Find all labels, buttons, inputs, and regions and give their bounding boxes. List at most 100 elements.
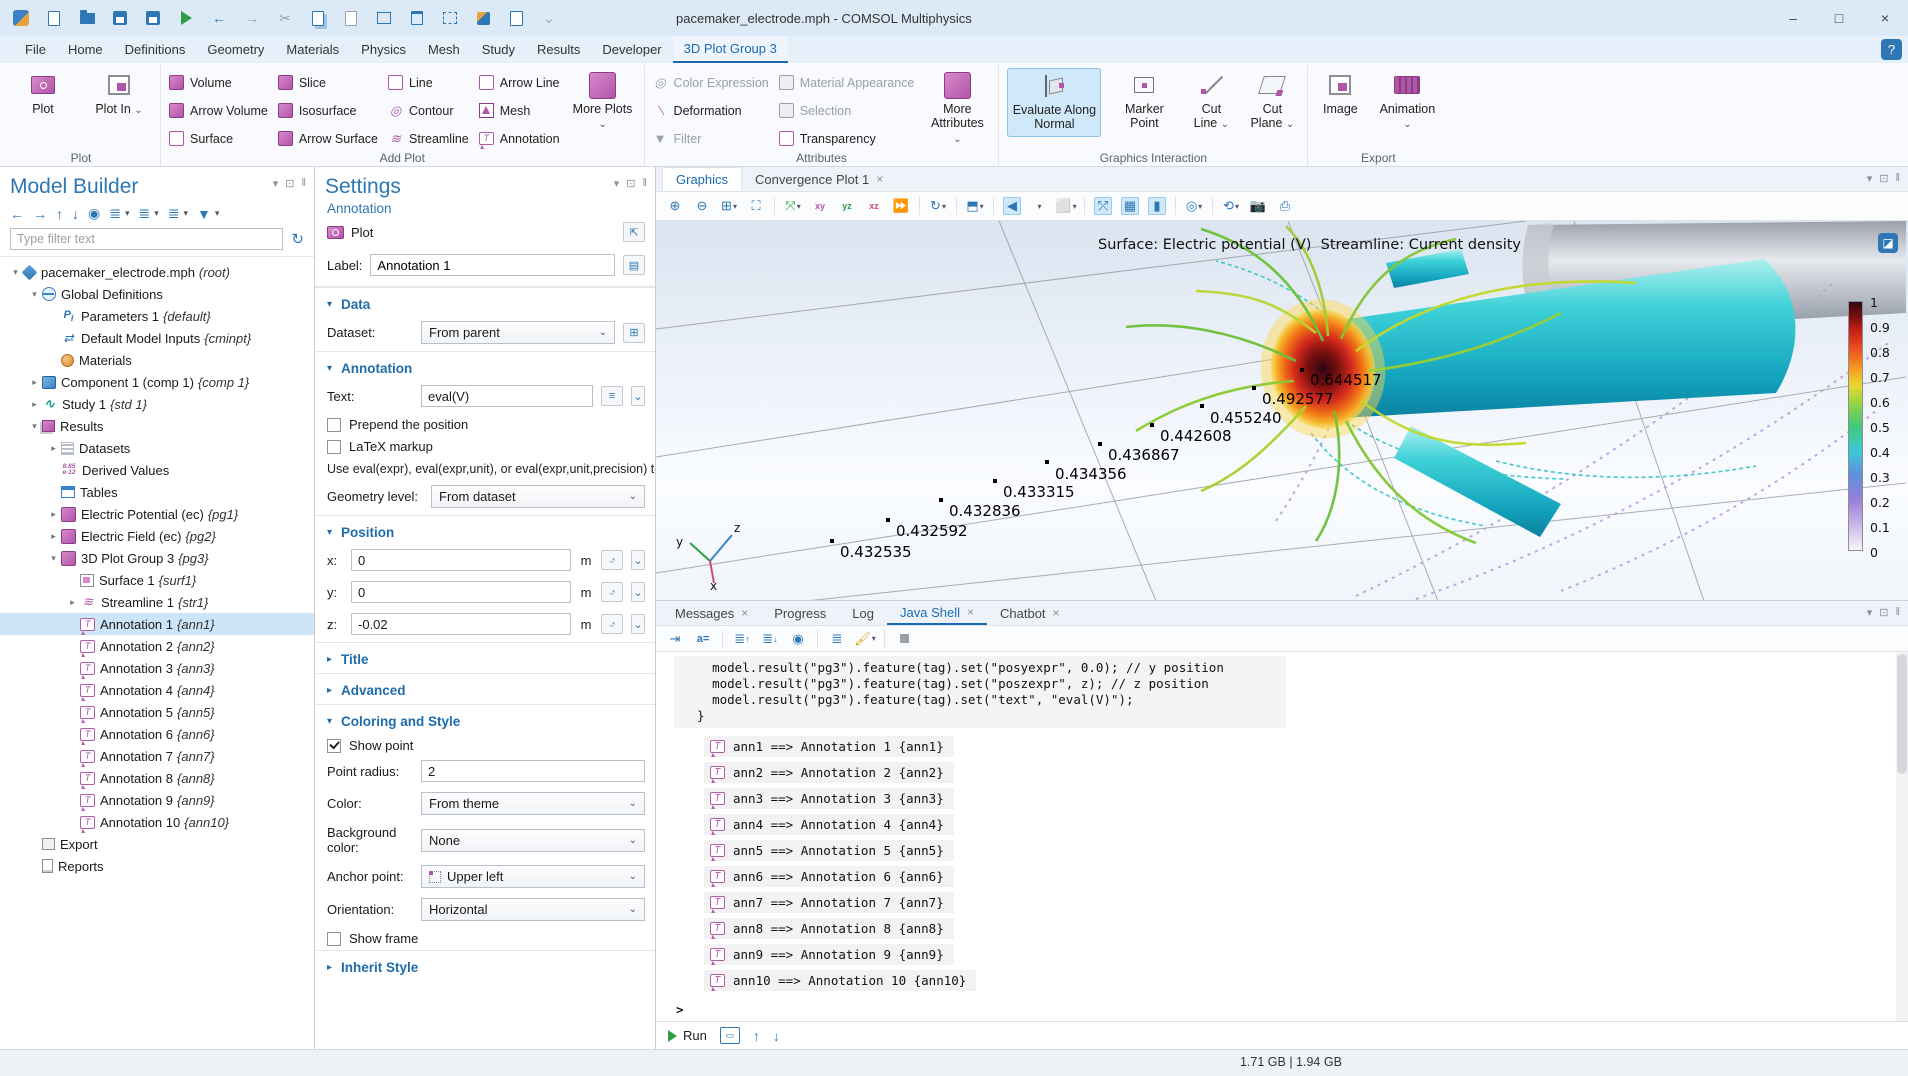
graphics-canvas[interactable]: Surface: Electric potential (V) Streamli…	[656, 221, 1908, 600]
sound-icon[interactable]: ◀	[1003, 197, 1021, 215]
tree-item-annotation-8[interactable]: TAnnotation 8{ann8}	[0, 767, 314, 789]
annotation-text-input[interactable]: eval(V)	[421, 385, 593, 407]
tab-java-shell[interactable]: Java Shell×	[887, 601, 987, 625]
nav-back-icon[interactable]: ←	[10, 206, 24, 222]
tree-item-3d-plot-group-3[interactable]: ▾3D Plot Group 3{pg3}	[0, 547, 314, 569]
appearance-icon[interactable]: ◎▾	[1185, 197, 1203, 215]
zoom-in-icon[interactable]: ⊕	[666, 197, 684, 215]
previous-command-icon[interactable]: ↑	[753, 1028, 760, 1044]
settings-plot-button[interactable]: Plot	[351, 225, 373, 240]
panel-menu-icon[interactable]: ▾	[1867, 172, 1873, 185]
clear-shell-icon[interactable]: 🖌▾	[856, 630, 874, 648]
save-as-icon[interactable]	[144, 9, 162, 27]
panel-menu-icon[interactable]: ▾	[614, 177, 620, 190]
show-icon[interactable]: ◉	[88, 205, 100, 222]
x-range-icon[interactable]: ⍻	[601, 550, 623, 570]
move-up-icon[interactable]: ↑	[56, 206, 63, 222]
tree-item-root[interactable]: ▾pacemaker_electrode.mph(root)	[0, 261, 314, 283]
tab-log[interactable]: Log	[839, 601, 887, 625]
tree-item-annotation-5[interactable]: TAnnotation 5{ann5}	[0, 701, 314, 723]
tree-item-electric-potential[interactable]: ▸Electric Potential (ec){pg1}	[0, 503, 314, 525]
refresh-icon[interactable]: ↻	[291, 230, 304, 248]
scroll-up-icon[interactable]: ≣↑	[733, 630, 751, 648]
close-icon[interactable]: ×	[741, 606, 748, 620]
redo-icon[interactable]: →	[243, 9, 261, 27]
tree-item-annotation-2[interactable]: TAnnotation 2{ann2}	[0, 635, 314, 657]
image-button[interactable]: Image	[1316, 68, 1364, 120]
panel-float-icon[interactable]: ⊡	[1879, 172, 1888, 185]
chevron-icon[interactable]: ▾	[8, 267, 23, 278]
tab-file[interactable]: File	[14, 36, 57, 63]
tree-item-component-1[interactable]: ▸Component 1 (comp 1){comp 1}	[0, 371, 314, 393]
tab-geometry[interactable]: Geometry	[196, 36, 275, 63]
panel-menu-icon[interactable]: ▾	[1867, 606, 1873, 619]
help-icon[interactable]: ?	[1881, 39, 1902, 60]
view-xy-icon[interactable]: xy	[811, 197, 829, 215]
chevron-icon[interactable]: ▾	[46, 553, 61, 564]
more-plots-button[interactable]: More Plots ⌄	[570, 68, 636, 135]
section-data[interactable]: ▾Data	[315, 287, 655, 318]
history-icon[interactable]: ≣	[828, 630, 846, 648]
line-button[interactable]: Line	[388, 71, 469, 94]
show-point-checkbox[interactable]	[327, 739, 341, 753]
plot-in-window-icon[interactable]: ⇱	[623, 222, 645, 242]
next-command-icon[interactable]: ↓	[773, 1028, 780, 1044]
tree-item-materials[interactable]: Materials	[0, 349, 314, 371]
more-attributes-button[interactable]: More Attributes ⌄	[924, 68, 990, 149]
java-shell-output[interactable]: model.result("pg3").feature(tag).set("po…	[656, 652, 1908, 1021]
show-grid-icon[interactable]: ▦	[1121, 197, 1139, 215]
tab-3d-plot-group-3[interactable]: 3D Plot Group 3	[673, 36, 788, 63]
mesh-button[interactable]: Mesh	[479, 99, 560, 122]
tree-item-datasets[interactable]: ▸Datasets	[0, 437, 314, 459]
view-xz-icon[interactable]: xz	[865, 197, 883, 215]
chevron-icon[interactable]: ▸	[46, 443, 61, 454]
rename-icon[interactable]: ▤	[623, 255, 645, 275]
tab-chatbot[interactable]: Chatbot×	[987, 601, 1073, 625]
zoom-box-icon[interactable]: ⊞▾	[720, 197, 738, 215]
tree-item-annotation-10[interactable]: TAnnotation 10{ann10}	[0, 811, 314, 833]
panel-float-icon[interactable]: ⊡	[626, 177, 635, 190]
tree-item-export[interactable]: Export	[0, 833, 314, 855]
chevron-down-icon[interactable]: ▾	[183, 208, 188, 219]
cut-plane-button[interactable]: Cut Plane ⌄	[1245, 68, 1299, 135]
contour-button[interactable]: ◎Contour	[388, 99, 469, 122]
plot-info-icon[interactable]: ◪	[1878, 233, 1898, 253]
marker-point-button[interactable]: Marker Point	[1111, 68, 1177, 135]
chevron-icon[interactable]: ▾	[27, 289, 42, 300]
background-color-select[interactable]: None⌄	[421, 829, 645, 852]
panel-pin-icon[interactable]: ‖	[1895, 172, 1900, 185]
slice-button[interactable]: Slice	[278, 71, 378, 94]
tree-item-derived-values[interactable]: 8.85e-12Derived Values	[0, 459, 314, 481]
orientation-select[interactable]: Horizontal⌄	[421, 898, 645, 921]
section-advanced[interactable]: ▸Advanced	[315, 673, 655, 704]
minimize-button[interactable]: –	[1770, 0, 1816, 36]
cut-icon[interactable]: ✂	[276, 9, 294, 27]
color-select[interactable]: From theme⌄	[421, 792, 645, 815]
copy-icon[interactable]	[309, 9, 327, 27]
y-input[interactable]: 0	[351, 581, 571, 603]
show-axes-icon[interactable]: ⤱	[1094, 197, 1112, 215]
expand-all-icon[interactable]: ≣	[138, 205, 150, 222]
tab-messages[interactable]: Messages×	[662, 601, 761, 625]
panel-pin-icon[interactable]: ‖	[301, 177, 306, 190]
tree-item-streamline-1[interactable]: ▸≋Streamline 1{str1}	[0, 591, 314, 613]
tree-item-annotation-7[interactable]: TAnnotation 7{ann7}	[0, 745, 314, 767]
show-output-icon[interactable]: ◉	[789, 630, 807, 648]
toolbar-overflow-icon[interactable]: ⌄	[540, 9, 558, 27]
expression-icon[interactable]: ≡	[601, 386, 623, 406]
search-icon[interactable]	[507, 9, 525, 27]
close-icon[interactable]: ×	[876, 172, 883, 186]
x-input[interactable]: 0	[351, 549, 571, 571]
show-frame-checkbox[interactable]	[327, 932, 341, 946]
print-icon[interactable]: ⎙	[1276, 197, 1294, 215]
delete-icon[interactable]	[408, 9, 426, 27]
chevron-down-icon[interactable]: ▾	[215, 208, 220, 219]
chevron-icon[interactable]: ▸	[27, 377, 42, 388]
panel-menu-icon[interactable]: ▾	[273, 177, 279, 190]
panel-pin-icon[interactable]: ‖	[642, 177, 647, 190]
section-title[interactable]: ▸Title	[315, 642, 655, 673]
tree-item-global-definitions[interactable]: ▾Global Definitions	[0, 283, 314, 305]
point-radius-input[interactable]: 2	[421, 760, 645, 782]
annotation-button[interactable]: TAnnotation	[479, 127, 560, 150]
tab-home[interactable]: Home	[57, 36, 114, 63]
